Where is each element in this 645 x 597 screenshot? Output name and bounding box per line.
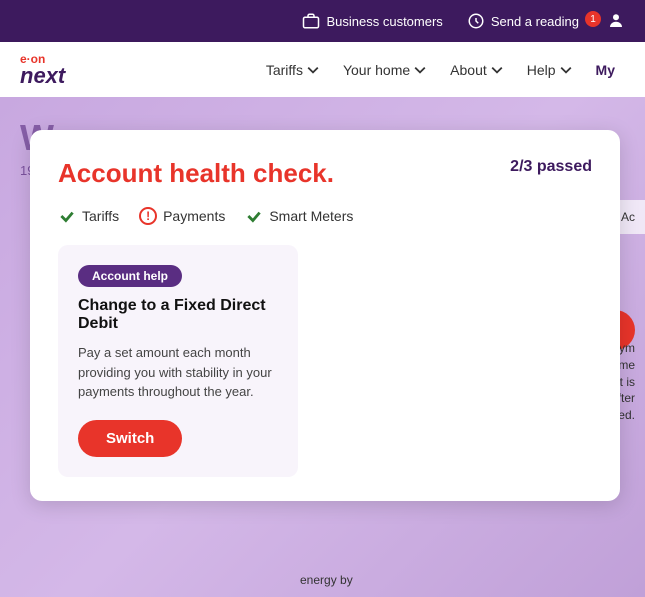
tariffs-check-label: Tariffs: [82, 208, 119, 224]
nav-item-your-home[interactable]: Your home: [333, 54, 436, 86]
meter-icon: [467, 12, 485, 30]
chevron-down-icon: [560, 64, 572, 76]
bottom-partial-text: energy by: [300, 573, 353, 587]
send-reading-label: Send a reading: [491, 14, 579, 29]
nav-item-my[interactable]: My: [586, 54, 625, 86]
nav-bar: e·on next Tariffs Your home About Help M…: [0, 42, 645, 97]
check-green-icon: [58, 207, 76, 225]
account-help-badge: Account help: [78, 265, 182, 287]
recommendation-card: Account help Change to a Fixed Direct De…: [58, 245, 298, 477]
chevron-down-icon: [491, 64, 503, 76]
user-icon: [607, 12, 625, 30]
logo[interactable]: e·on next: [20, 53, 65, 87]
top-bar: Business customers Send a reading 1: [0, 0, 645, 42]
logo-next-text: next: [20, 65, 65, 87]
check-green-icon-2: [245, 207, 263, 225]
check-item-tariffs: Tariffs: [58, 207, 119, 225]
smart-meters-check-label: Smart Meters: [269, 208, 353, 224]
briefcase-icon: [302, 12, 320, 30]
ac-label: Ac: [621, 210, 635, 224]
check-items-row: Tariffs ! Payments Smart Meters: [58, 207, 592, 225]
nav-items: Tariffs Your home About Help My: [256, 54, 625, 86]
send-reading-link[interactable]: Send a reading 1: [467, 12, 625, 30]
warning-icon: !: [139, 207, 157, 225]
modal-title: Account health check.: [58, 158, 334, 189]
your-home-label: Your home: [343, 62, 410, 78]
switch-button[interactable]: Switch: [78, 420, 182, 457]
energy-by-label: energy by: [300, 573, 353, 587]
chevron-down-icon: [307, 64, 319, 76]
passed-badge: 2/3 passed: [510, 158, 592, 176]
nav-item-tariffs[interactable]: Tariffs: [256, 54, 329, 86]
about-label: About: [450, 62, 487, 78]
help-label: Help: [527, 62, 556, 78]
modal-header: Account health check. 2/3 passed: [58, 158, 592, 189]
inner-card-title: Change to a Fixed Direct Debit: [78, 297, 278, 333]
check-item-payments: ! Payments: [139, 207, 225, 225]
check-item-smart-meters: Smart Meters: [245, 207, 353, 225]
notification-badge: 1: [585, 11, 601, 27]
nav-item-about[interactable]: About: [440, 54, 513, 86]
nav-item-help[interactable]: Help: [517, 54, 582, 86]
business-customers-label: Business customers: [326, 14, 442, 29]
my-label: My: [596, 62, 615, 78]
business-customers-link[interactable]: Business customers: [302, 12, 442, 30]
tariffs-label: Tariffs: [266, 62, 303, 78]
payments-check-label: Payments: [163, 208, 225, 224]
chevron-down-icon: [414, 64, 426, 76]
health-check-modal: Account health check. 2/3 passed Tariffs…: [30, 130, 620, 501]
inner-card-description: Pay a set amount each month providing yo…: [78, 343, 278, 402]
